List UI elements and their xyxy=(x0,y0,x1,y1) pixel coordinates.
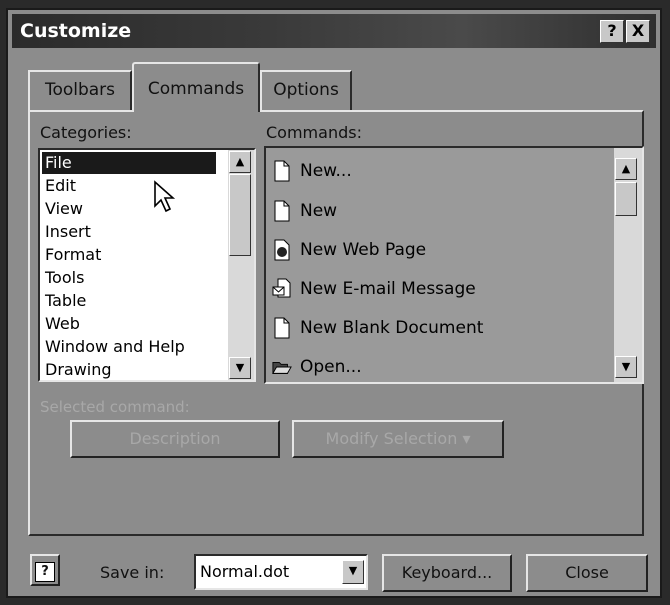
categories-label: Categories: xyxy=(40,123,132,142)
scroll-thumb[interactable] xyxy=(229,174,251,256)
category-item[interactable]: Drawing xyxy=(42,359,216,380)
commands-label: Commands: xyxy=(266,123,362,142)
scroll-up-arrow-icon[interactable]: ▲ xyxy=(229,151,251,173)
command-item[interactable]: New... xyxy=(272,156,352,186)
category-item[interactable]: Format xyxy=(42,244,216,266)
modify-selection-button[interactable]: Modify Selection ▾ xyxy=(292,420,504,458)
customize-dialog: Customize ? X Toolbars Options Commands … xyxy=(6,8,662,598)
tab-toolbars-label: Toolbars xyxy=(44,80,116,100)
help-button[interactable]: ? xyxy=(30,554,60,586)
command-label: New... xyxy=(300,161,352,181)
categories-list[interactable]: File Edit View Insert Format Tools Table… xyxy=(38,148,256,382)
commands-list[interactable]: New... New New Web Page New E-mail Messa… xyxy=(264,146,644,384)
command-label: New Web Page xyxy=(300,240,427,260)
scroll-down-arrow-icon[interactable]: ▼ xyxy=(615,356,637,378)
help-icon: ? xyxy=(35,562,55,582)
scroll-down-arrow-icon[interactable]: ▼ xyxy=(229,357,251,379)
category-item[interactable]: Web xyxy=(42,313,216,335)
tab-commands-label: Commands xyxy=(147,79,245,99)
category-item[interactable]: Table xyxy=(42,290,216,312)
save-in-value: Normal.dot xyxy=(200,562,290,581)
command-label: New Blank Document xyxy=(300,318,484,338)
blank-doc-icon xyxy=(274,317,290,339)
category-item[interactable]: Edit xyxy=(42,175,216,197)
commands-scrollbar[interactable]: ▲ ▼ xyxy=(614,148,642,382)
selected-command-label: Selected command: xyxy=(40,398,190,416)
open-folder-icon xyxy=(272,362,292,374)
blank-doc-icon xyxy=(274,200,290,222)
command-item[interactable]: Open... xyxy=(272,352,362,382)
tab-commands[interactable]: Commands xyxy=(132,62,260,112)
category-item[interactable]: View xyxy=(42,198,216,220)
command-label: New E-mail Message xyxy=(300,279,476,299)
categories-scrollbar[interactable]: ▲ ▼ xyxy=(228,150,254,380)
category-item[interactable]: Window and Help xyxy=(42,336,216,358)
email-doc-icon xyxy=(272,278,291,298)
command-item[interactable]: New Blank Document xyxy=(272,313,483,343)
help-title-button[interactable]: ? xyxy=(600,20,624,43)
command-item[interactable]: New E-mail Message xyxy=(272,274,476,304)
blank-doc-icon xyxy=(274,160,290,182)
dialog-title: Customize xyxy=(20,20,132,42)
command-label: New xyxy=(300,201,338,221)
category-item[interactable]: File xyxy=(42,152,216,174)
command-label: Open... xyxy=(300,357,362,377)
tab-toolbars[interactable]: Toolbars xyxy=(28,70,132,110)
tab-options[interactable]: Options xyxy=(260,70,352,110)
tab-options-label: Options xyxy=(273,80,339,100)
dropdown-arrow-icon[interactable]: ▼ xyxy=(342,560,364,584)
close-title-button[interactable]: X xyxy=(626,20,650,43)
keyboard-button[interactable]: Keyboard... xyxy=(382,554,512,592)
scroll-thumb[interactable] xyxy=(615,182,637,216)
command-item[interactable]: New xyxy=(272,196,337,226)
scroll-up-arrow-icon[interactable]: ▲ xyxy=(615,158,637,180)
mouse-pointer-icon xyxy=(154,180,176,213)
category-item[interactable]: Insert xyxy=(42,221,216,243)
command-item[interactable]: New Web Page xyxy=(272,235,426,265)
description-button[interactable]: Description xyxy=(70,420,280,458)
category-item[interactable]: Tools xyxy=(42,267,216,289)
web-page-icon xyxy=(274,239,290,261)
save-in-combo[interactable]: Normal.dot ▼ xyxy=(194,554,368,590)
title-bar[interactable]: Customize ? X xyxy=(12,14,656,48)
save-in-label: Save in: xyxy=(100,563,165,582)
close-button[interactable]: Close xyxy=(526,554,648,592)
